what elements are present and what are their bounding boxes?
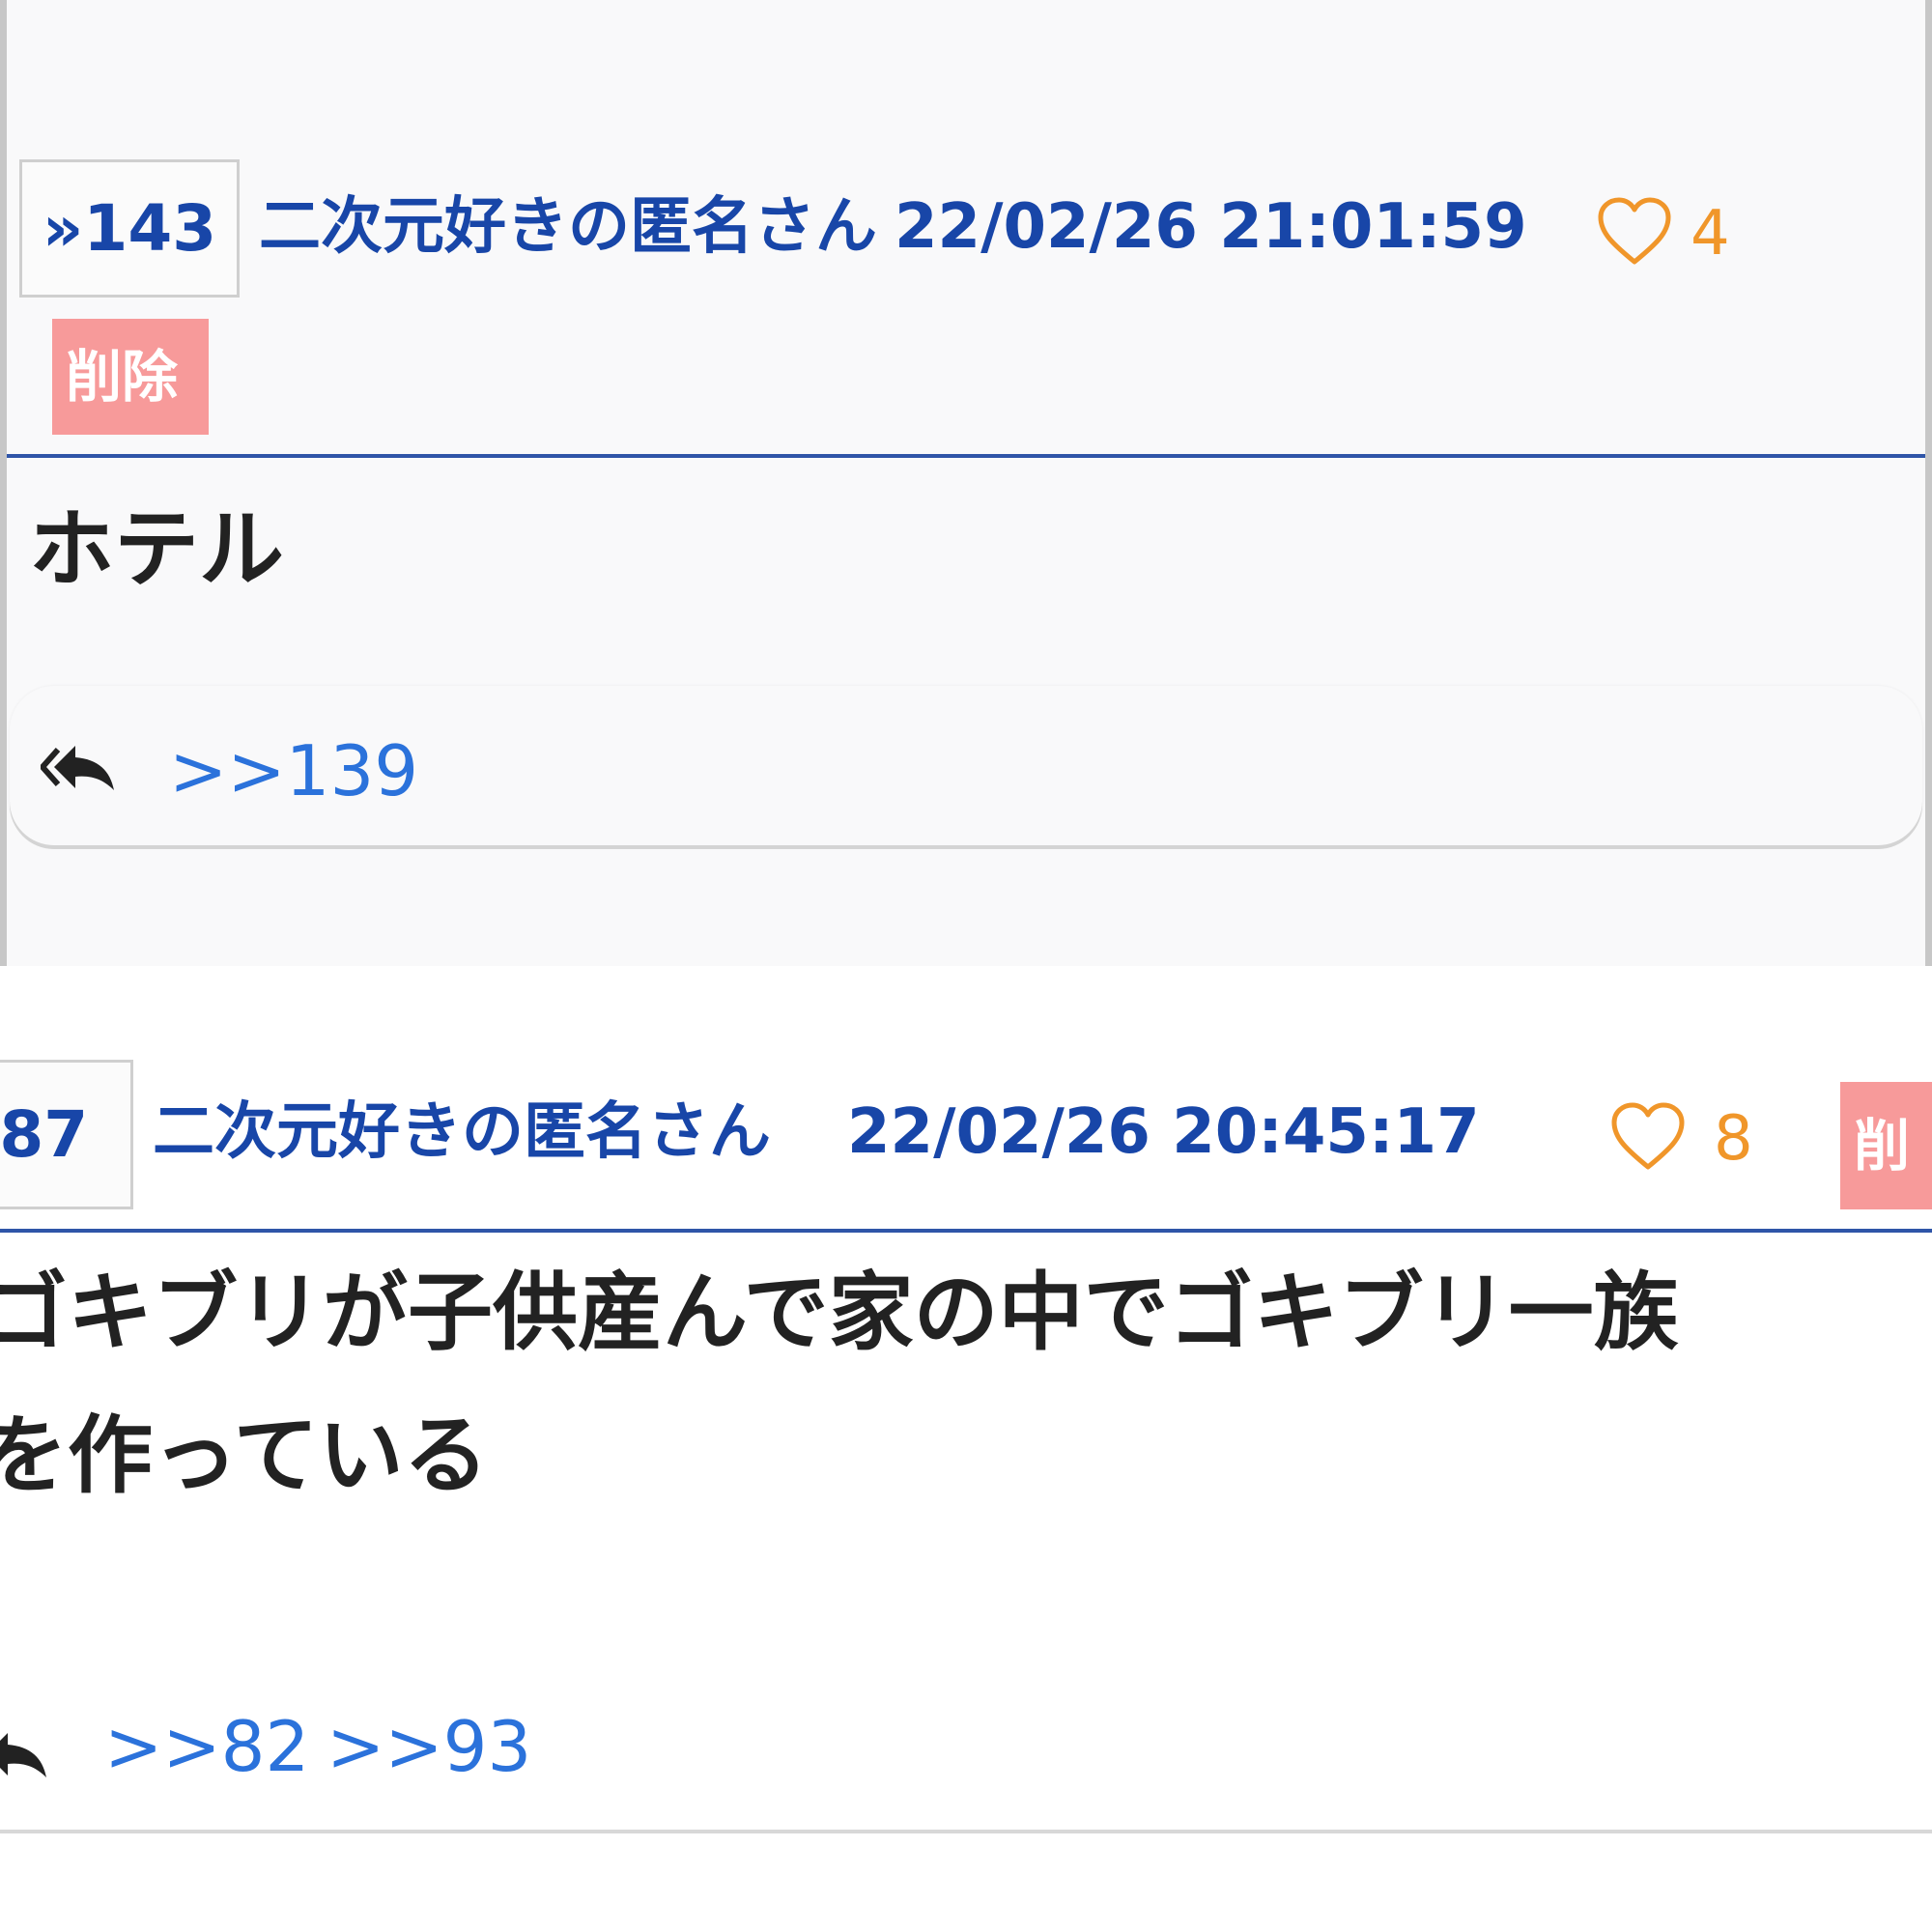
reply-link[interactable]: >>93	[327, 1712, 531, 1781]
reply-link[interactable]: >>139	[169, 736, 418, 806]
delete-button[interactable]: 削	[1840, 1082, 1932, 1209]
like-count: 8	[1714, 1103, 1753, 1175]
like-count: 4	[1690, 198, 1730, 270]
post-author: 二次元好きの匿名さん	[259, 191, 877, 263]
post-timestamp: 22/02/26 20:45:17	[847, 1096, 1480, 1168]
replies-bar: >>139	[10, 686, 1922, 845]
post-bottom-rule	[0, 1830, 1932, 1833]
post-header-divider	[7, 454, 1925, 458]
reply-link[interactable]: >>82	[104, 1712, 309, 1781]
panel-left-edge	[0, 0, 7, 966]
panel-right-edge	[1925, 0, 1932, 966]
reply-all-icon	[0, 1733, 46, 1777]
reply-all-icon	[41, 746, 114, 790]
post-body-line: ホテル	[29, 499, 285, 599]
heart-outline-icon[interactable]	[1609, 1101, 1687, 1173]
screenshot-stage: »143 二次元好きの匿名さん 22/02/26 21:01:59 4 削除 ホ…	[0, 0, 1932, 1932]
post-author: 二次元好きの匿名さん	[153, 1096, 771, 1168]
post-143: »143 二次元好きの匿名さん 22/02/26 21:01:59 4 削除 ホ…	[0, 0, 1932, 966]
post-number-link[interactable]: »87	[0, 1060, 133, 1209]
post-number-link[interactable]: »143	[19, 159, 240, 298]
delete-button[interactable]: 削除	[52, 319, 209, 435]
post-87: »87 二次元好きの匿名さん 22/02/26 20:45:17 8 削 ゴキブ…	[0, 966, 1932, 1932]
heart-outline-icon[interactable]	[1596, 196, 1673, 268]
post-body-line: を作っている	[0, 1406, 489, 1505]
post-timestamp: 22/02/26 21:01:59	[895, 191, 1527, 263]
post-header-divider	[0, 1229, 1932, 1233]
post-body-line: ゴキブリが子供産んで家の中でゴキブリ一族	[0, 1263, 1679, 1362]
